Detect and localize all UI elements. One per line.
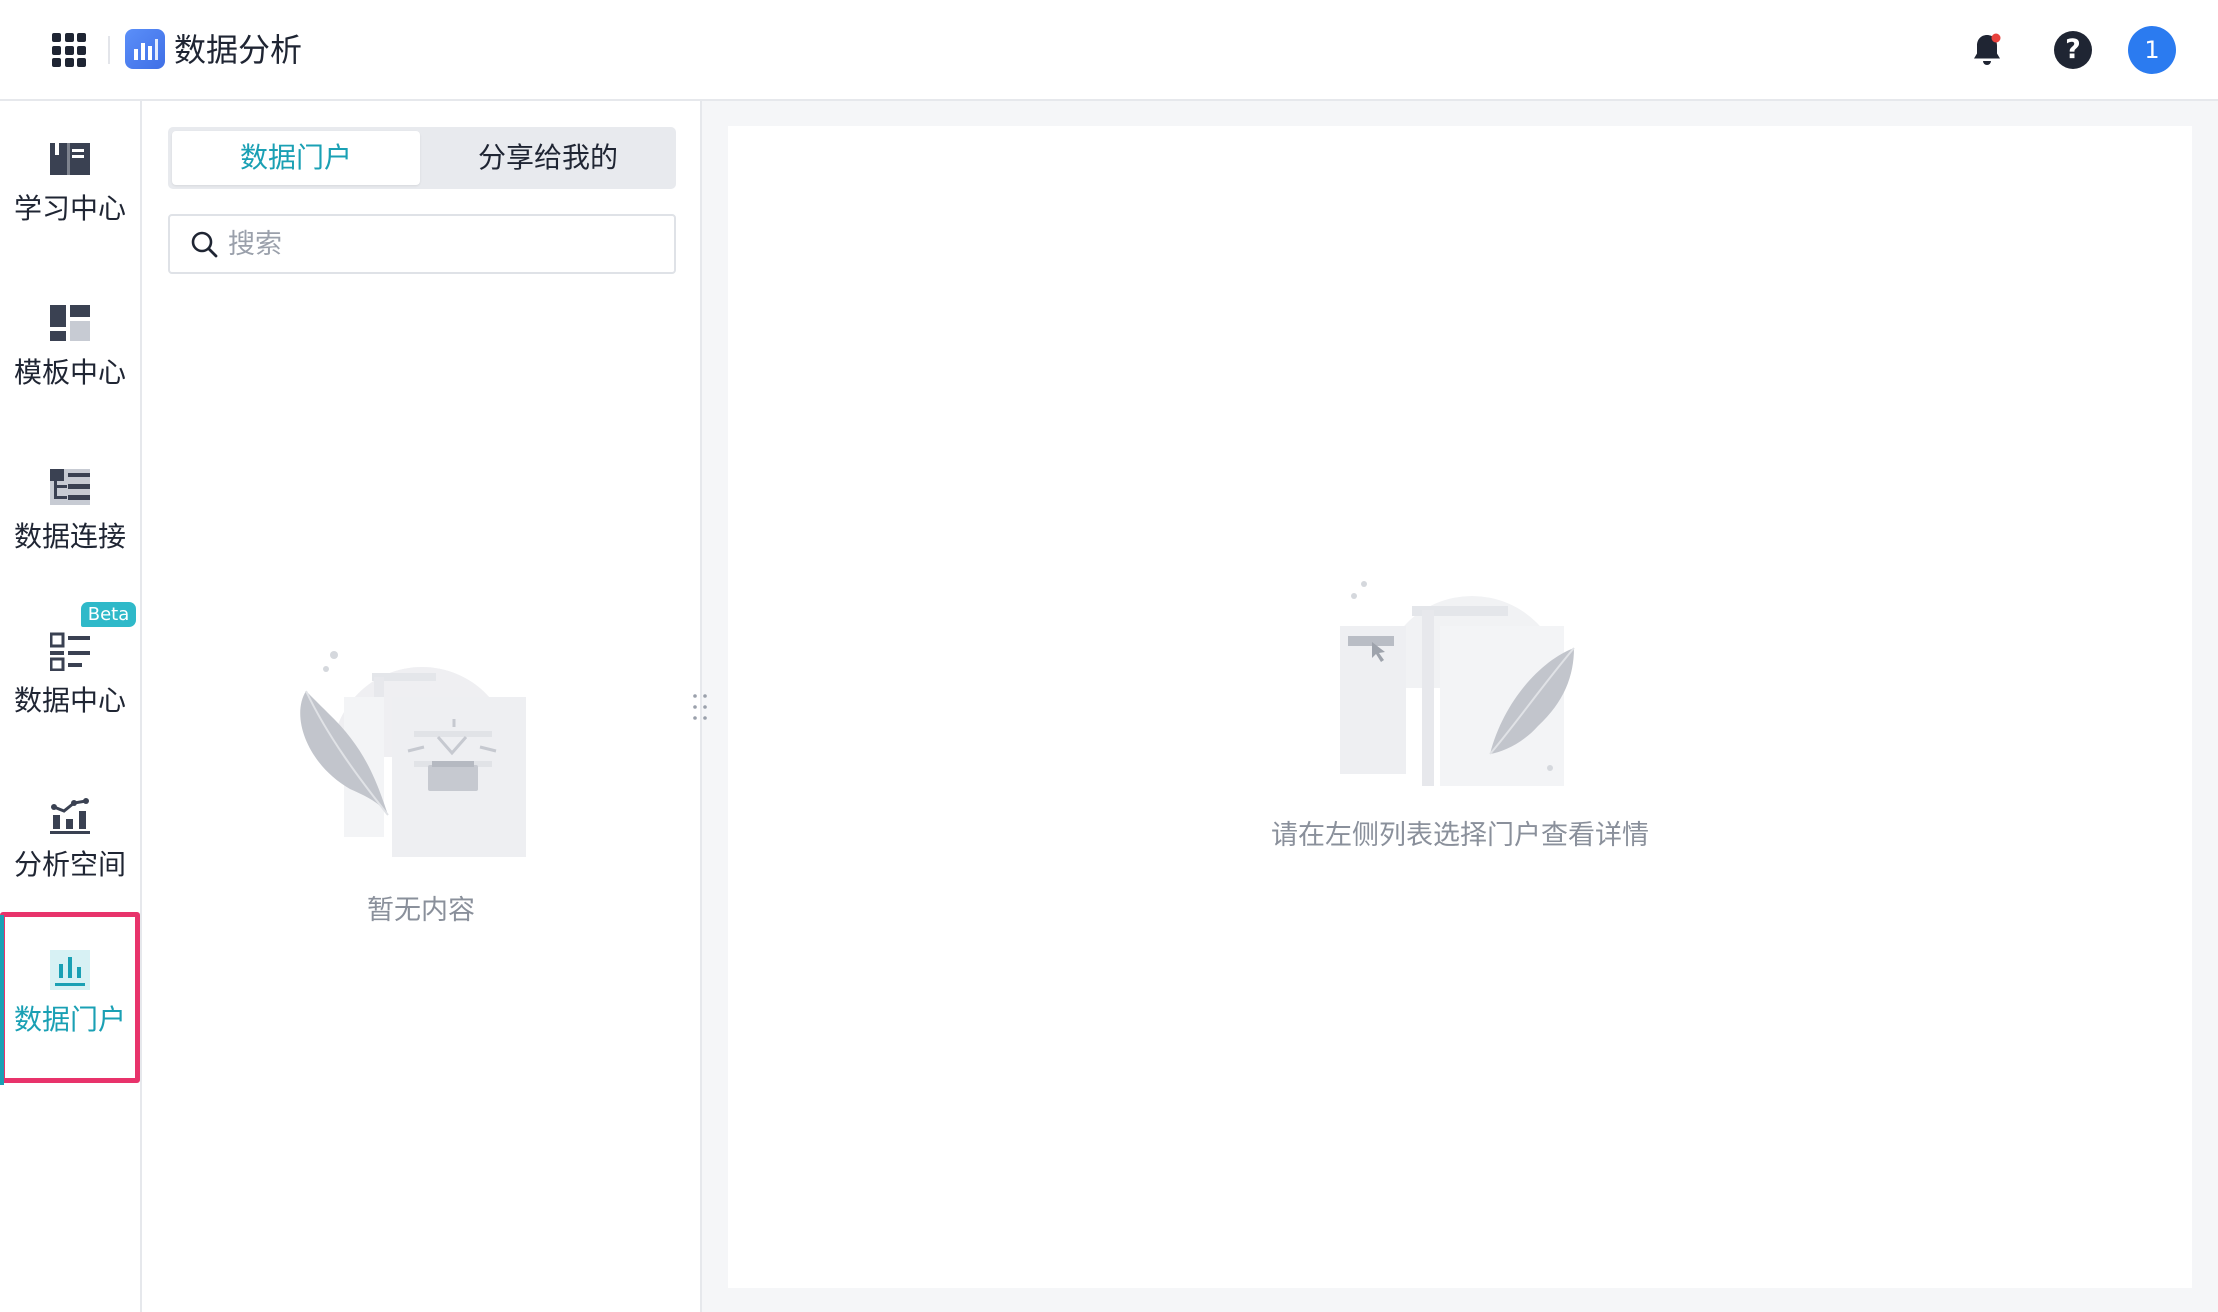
- app-title: 数据分析: [174, 31, 303, 69]
- nav-label: 数据门户: [13, 1003, 126, 1036]
- search-icon: [191, 231, 218, 258]
- user-avatar[interactable]: 1: [2128, 26, 2176, 74]
- search-box: [168, 214, 676, 274]
- tab-switcher: 数据门户 分享给我的: [168, 127, 676, 189]
- nav-label: 数据连接: [13, 520, 126, 553]
- search-input[interactable]: [228, 224, 658, 264]
- tab-data-portal[interactable]: 数据门户: [172, 131, 420, 185]
- active-nav-indicator: [0, 915, 4, 1085]
- select-portal-hint: 请在左侧列表选择门户查看详情: [1271, 820, 1649, 851]
- notification-bell-icon[interactable]: [1963, 26, 2011, 74]
- select-portal-illustration: [1328, 576, 1588, 796]
- data-connection-icon: [50, 467, 90, 507]
- empty-state-illustration: [288, 647, 544, 867]
- nav-label: 学习中心: [13, 192, 126, 225]
- nav-label: 分析空间: [13, 848, 126, 881]
- tab-shared-with-me[interactable]: 分享给我的: [424, 131, 672, 185]
- template-icon: [50, 303, 90, 343]
- data-portal-icon: [50, 950, 90, 990]
- empty-state-text: 暂无内容: [367, 895, 475, 926]
- nav-item-learning-center[interactable]: 学习中心: [0, 101, 140, 265]
- beta-badge: Beta: [81, 602, 136, 627]
- analysis-space-icon: [50, 795, 90, 835]
- data-center-icon: [49, 631, 90, 672]
- nav-label: 模板中心: [13, 356, 126, 389]
- nav-item-analysis-space[interactable]: 分析空间: [0, 757, 140, 921]
- nav-item-data-connection[interactable]: 数据连接: [0, 429, 140, 593]
- portal-list-panel: 数据门户 分享给我的 暂无内容: [142, 101, 702, 1312]
- portal-detail-area: 请在左侧列表选择门户查看详情: [728, 126, 2192, 1288]
- side-navigation: 学习中心 模板中心 数据连接 数据中心 分析空间 数据门户 Beta: [0, 101, 142, 1312]
- app-logo-icon: [125, 29, 165, 69]
- page-edge: [2208, 101, 2218, 1312]
- app-launcher-grid-icon[interactable]: [52, 33, 86, 67]
- top-divider: [108, 36, 110, 64]
- nav-item-data-portal[interactable]: 数据门户: [0, 912, 140, 1083]
- book-icon: [50, 139, 90, 179]
- help-icon[interactable]: ?: [2049, 26, 2097, 74]
- nav-item-template-center[interactable]: 模板中心: [0, 265, 140, 429]
- top-bar: 数据分析 ? 1: [0, 0, 2218, 101]
- panel-resize-handle[interactable]: [691, 692, 709, 722]
- nav-label: 数据中心: [13, 684, 126, 717]
